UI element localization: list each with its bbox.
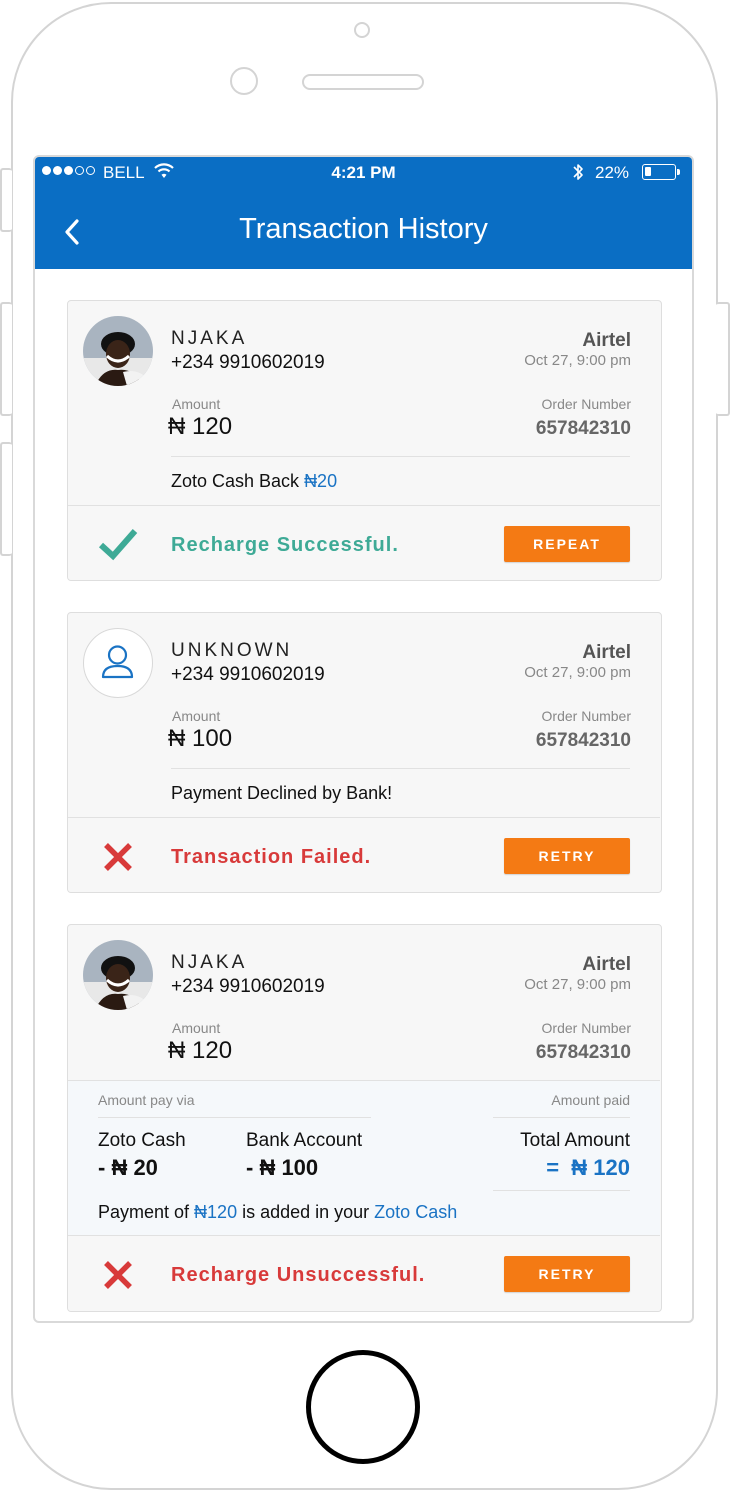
- message-middle: is added in your: [237, 1202, 375, 1222]
- operator-name: Airtel: [582, 642, 631, 663]
- divider: [493, 1190, 630, 1191]
- person-icon: [101, 645, 134, 679]
- status-message: Recharge Unsuccessful.: [171, 1264, 426, 1286]
- transaction-date: Oct 27, 9:00 pm: [524, 976, 631, 993]
- operator-name: Airtel: [582, 330, 631, 351]
- total-amount-value: = ₦ 120: [546, 1155, 630, 1180]
- contact-name: NJAKA: [171, 952, 248, 973]
- proximity-sensor: [230, 67, 258, 95]
- amount-label: Amount: [172, 708, 221, 724]
- amount-value: ₦ 120: [168, 1037, 233, 1064]
- card-footer: Recharge Successful. REPEAT: [68, 505, 660, 580]
- volume-up-button: [0, 302, 12, 416]
- contact-phone: +234 9910602019: [171, 352, 325, 373]
- message-amount: ₦120: [194, 1202, 238, 1222]
- power-button: [716, 302, 730, 416]
- contact-name: NJAKA: [171, 328, 248, 349]
- operator-name: Airtel: [582, 954, 631, 975]
- order-number-label: Order Number: [541, 1020, 631, 1036]
- cashback-amount: ₦20: [304, 471, 338, 491]
- zoto-cash-label: Zoto Cash: [98, 1130, 186, 1151]
- user-avatar: [83, 316, 153, 386]
- volume-down-button: [0, 442, 12, 556]
- card-footer: Transaction Failed. RETRY: [68, 817, 660, 892]
- retry-button[interactable]: RETRY: [504, 1256, 630, 1292]
- pay-via-label: Amount pay via: [98, 1092, 195, 1108]
- message-prefix: Payment of: [98, 1202, 195, 1222]
- status-message: Recharge Successful.: [171, 534, 399, 556]
- battery-tip: [677, 169, 680, 175]
- transaction-date: Oct 27, 9:00 pm: [524, 664, 631, 681]
- order-number: 657842310: [535, 418, 631, 439]
- cross-icon: [104, 1261, 132, 1289]
- amount-paid-label: Amount paid: [551, 1092, 630, 1108]
- order-number: 657842310: [535, 730, 631, 751]
- earpiece-speaker: [302, 74, 424, 90]
- order-number-label: Order Number: [541, 396, 631, 412]
- zoto-cash-message: Payment of ₦120 is added in your Zoto Ca…: [98, 1202, 457, 1223]
- total-amount-label: Total Amount: [520, 1130, 630, 1151]
- cashback-label: Zoto Cash Back: [171, 471, 305, 491]
- decline-note: Payment Declined by Bank!: [171, 783, 393, 803]
- battery-icon: [642, 164, 676, 180]
- transaction-date: Oct 27, 9:00 pm: [524, 352, 631, 369]
- battery-percent: 22%: [595, 163, 630, 182]
- bank-account-label: Bank Account: [246, 1130, 363, 1151]
- status-message: Transaction Failed.: [171, 846, 372, 868]
- user-avatar: [83, 940, 153, 1010]
- home-button[interactable]: [306, 1350, 420, 1464]
- app-bar: BELL 4:21 PM 22% Transaction History: [35, 157, 692, 269]
- transaction-card: NJAKA +234 9910602019 Airtel Oct 27, 9:0…: [67, 924, 662, 1312]
- mute-switch: [0, 168, 12, 232]
- status-time: 4:21 PM: [331, 163, 396, 182]
- transaction-card: UNKNOWN +234 9910602019 Airtel Oct 27, 9…: [67, 612, 662, 893]
- zoto-cash-link[interactable]: Zoto Cash: [374, 1202, 457, 1222]
- amount-label: Amount: [172, 1020, 221, 1036]
- page-title: Transaction History: [239, 213, 488, 245]
- cashback-note: Zoto Cash Back ₦20: [171, 471, 337, 492]
- divider: [98, 1117, 371, 1118]
- unknown-user-avatar: [83, 628, 153, 698]
- divider: [171, 456, 630, 457]
- divider: [493, 1117, 630, 1118]
- amount-value: ₦ 120: [168, 413, 233, 440]
- amount-label: Amount: [172, 396, 221, 412]
- screen: BELL 4:21 PM 22% Transaction History NJA…: [33, 155, 694, 1323]
- amount-value: ₦ 100: [168, 725, 233, 752]
- contact-phone: +234 9910602019: [171, 664, 325, 685]
- order-number-label: Order Number: [541, 708, 631, 724]
- transaction-card: NJAKA +234 9910602019 Airtel Oct 27, 9:0…: [67, 300, 662, 581]
- status-bar: BELL 4:21 PM 22%: [35, 157, 692, 189]
- retry-button[interactable]: RETRY: [504, 838, 630, 874]
- front-camera: [354, 22, 370, 38]
- bank-account-value: - ₦ 100: [246, 1155, 319, 1180]
- order-number: 657842310: [535, 1042, 631, 1063]
- check-icon: [98, 529, 138, 561]
- contact-name: UNKNOWN: [171, 640, 293, 661]
- divider: [171, 768, 630, 769]
- bluetooth-icon: [573, 164, 583, 180]
- contact-phone: +234 9910602019: [171, 976, 325, 997]
- repeat-button[interactable]: REPEAT: [504, 526, 630, 562]
- card-footer: Recharge Unsuccessful. RETRY: [68, 1235, 660, 1311]
- cross-icon: [104, 843, 132, 871]
- zoto-cash-value: - ₦ 20: [98, 1155, 158, 1180]
- payment-split: Amount pay via Amount paid Zoto Cash - ₦…: [68, 1080, 660, 1236]
